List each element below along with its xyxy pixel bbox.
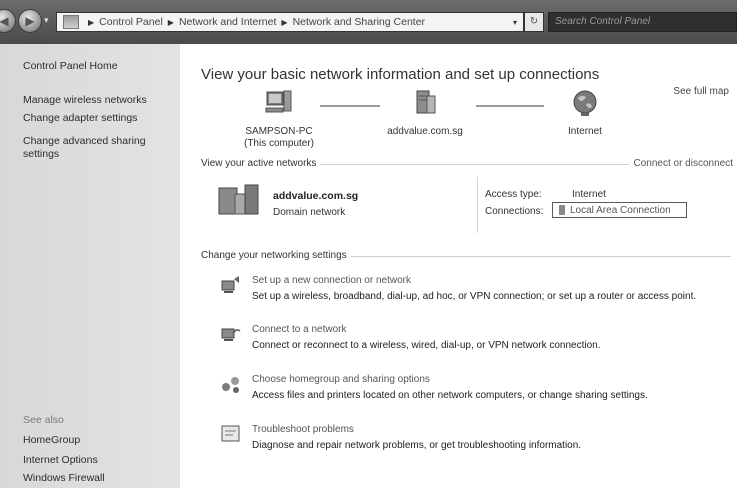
server-icon [416,90,436,114]
domain-name: addvalue.com.sg [387,126,463,137]
address-bar[interactable]: ▶ Control Panel ▶ Network and Internet ▶… [56,12,524,32]
computer-sub-label: (This computer) [243,138,314,149]
refresh-icon: ↻ [529,16,539,27]
troubleshoot-icon [221,425,240,442]
search-input[interactable]: Search Control Panel [548,12,737,32]
map-node-domain[interactable]: addvalue.com.sg [370,88,480,138]
troubleshoot-link[interactable]: Troubleshoot problems [252,424,354,435]
change-adapter-settings-link[interactable]: Change adapter settings [23,112,137,125]
breadcrumb-separator-icon: ▶ [167,17,174,27]
breadcrumb-control-panel[interactable]: Control Panel [99,16,163,28]
connections-label: Connections: [485,206,544,217]
network-type-link[interactable]: Domain network [273,207,345,218]
networking-settings-header: Change your networking settings [201,250,351,261]
task-pane: Control Panel Home Manage wireless netwo… [0,44,180,488]
homegroup-sharing-link[interactable]: Choose homegroup and sharing options [252,374,430,385]
access-type-label: Access type: [485,189,542,200]
forward-arrow-icon: ▶ [25,14,35,28]
connect-network-icon [221,328,241,341]
troubleshoot-desc: Diagnose and repair network problems, or… [252,440,582,451]
internet-options-link[interactable]: Internet Options [23,454,98,467]
globe-icon [573,90,597,116]
connect-network-desc: Connect or reconnect to a wireless, wire… [252,340,601,351]
access-type-value: Internet [572,189,606,200]
breadcrumb-network-sharing-center[interactable]: Network and Sharing Center [293,16,426,28]
map-node-computer[interactable]: SAMPSON-PC (This computer) [234,88,324,150]
page-title: View your basic network information and … [201,66,600,83]
breadcrumb-separator-icon: ▶ [88,17,95,27]
network-name: addvalue.com.sg [273,190,359,202]
chevron-down-icon[interactable]: ▾ [513,18,517,27]
map-connector-line [476,105,544,107]
connect-disconnect-link[interactable]: Connect or disconnect [629,158,733,169]
new-connection-icon [221,276,239,293]
breadcrumb-network-internet[interactable]: Network and Internet [179,16,276,28]
breadcrumb-separator-icon: ▶ [281,17,288,27]
see-full-map-link[interactable]: See full map [673,86,729,97]
manage-wireless-networks-link[interactable]: Manage wireless networks [23,94,147,107]
forward-button[interactable]: ▶ [18,9,42,33]
new-connection-link[interactable]: Set up a new connection or network [252,275,411,286]
network-plug-icon [559,205,565,215]
connect-network-link[interactable]: Connect to a network [252,324,347,335]
homegroup-link[interactable]: HomeGroup [23,434,80,447]
back-arrow-icon: ◀ [0,14,9,28]
computer-name: SAMPSON-PC [245,126,313,137]
back-button[interactable]: ◀ [0,9,16,33]
homegroup-icon [222,377,239,393]
homegroup-sharing-desc: Access files and printers located on oth… [252,390,648,401]
local-area-connection-link[interactable]: Local Area Connection [552,202,687,218]
internet-label: Internet [568,126,602,137]
vertical-divider [477,177,478,233]
computer-icon [265,90,292,113]
windows-firewall-link[interactable]: Windows Firewall [23,472,105,485]
control-panel-home-link[interactable]: Control Panel Home [23,60,118,73]
change-advanced-sharing-link[interactable]: Change advanced sharing settings [23,135,163,161]
recent-pages-dropdown[interactable]: ▾ [44,15,49,26]
active-networks-header: View your active networks [201,158,321,169]
domain-network-icon [218,184,259,215]
control-panel-icon [63,15,79,29]
map-node-internet[interactable]: Internet [545,88,625,138]
main-content: View your basic network information and … [180,44,737,488]
address-toolbar: ◀ ▶ ▾ ▶ Control Panel ▶ Network and Inte… [0,0,737,44]
new-connection-desc: Set up a wireless, broadband, dial-up, a… [252,291,697,302]
refresh-button[interactable]: ↻ [524,12,544,32]
connection-name: Local Area Connection [570,204,671,216]
see-also-label: See also [23,414,64,426]
